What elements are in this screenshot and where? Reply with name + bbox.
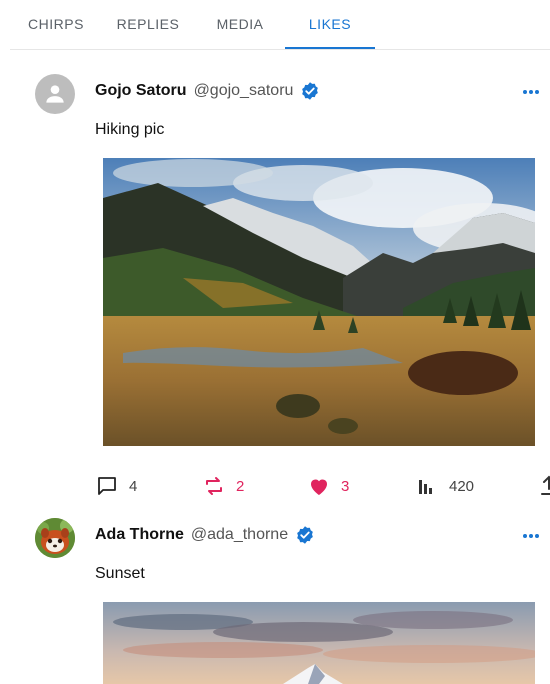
reply-button[interactable]: 4 [95,473,137,499]
post-actions: 4 2 3 420 [95,473,550,499]
tab-likes[interactable]: LIKES [285,0,375,49]
post-text: Sunset [95,565,145,582]
author-handle[interactable]: @ada_thorne [191,526,288,544]
person-icon [46,85,64,103]
post-text: Hiking pic [95,121,165,138]
share-button[interactable] [537,473,550,499]
avatar[interactable] [35,518,75,558]
heart-icon [307,474,331,498]
share-icon [537,474,550,498]
comment-icon [95,474,119,498]
more-options-button[interactable] [520,82,542,102]
post-header: Ada Thorne @ada_thorne [95,525,315,545]
avatar[interactable] [35,74,75,114]
author-handle[interactable]: @gojo_satoru [194,82,294,100]
tab-chirps[interactable]: CHIRPS [10,0,102,48]
author-name[interactable]: Gojo Satoru [95,82,187,100]
bar-chart-icon [415,474,439,498]
more-options-button[interactable] [520,526,542,546]
views-count: 420 [449,477,475,495]
profile-tabs: CHIRPS REPLIES MEDIA LIKES [10,0,550,50]
rechirp-count: 2 [236,477,245,495]
repost-icon [202,474,226,498]
reply-count: 4 [129,477,138,495]
red-panda-avatar-icon [35,518,75,558]
post-header: Gojo Satoru @gojo_satoru [95,81,320,101]
tab-replies[interactable]: REPLIES [102,0,194,48]
verified-icon [302,82,319,100]
views-button[interactable]: 420 [415,473,474,499]
author-name[interactable]: Ada Thorne [95,526,184,544]
tab-media[interactable]: MEDIA [194,0,286,48]
verified-icon [297,526,313,544]
more-horizontal-icon [523,90,539,94]
like-button[interactable]: 3 [307,473,349,499]
like-count: 3 [341,477,350,495]
post-image[interactable] [103,602,535,684]
rechirp-button[interactable]: 2 [202,473,244,499]
post-image[interactable] [103,158,535,446]
more-horizontal-icon [523,534,539,538]
